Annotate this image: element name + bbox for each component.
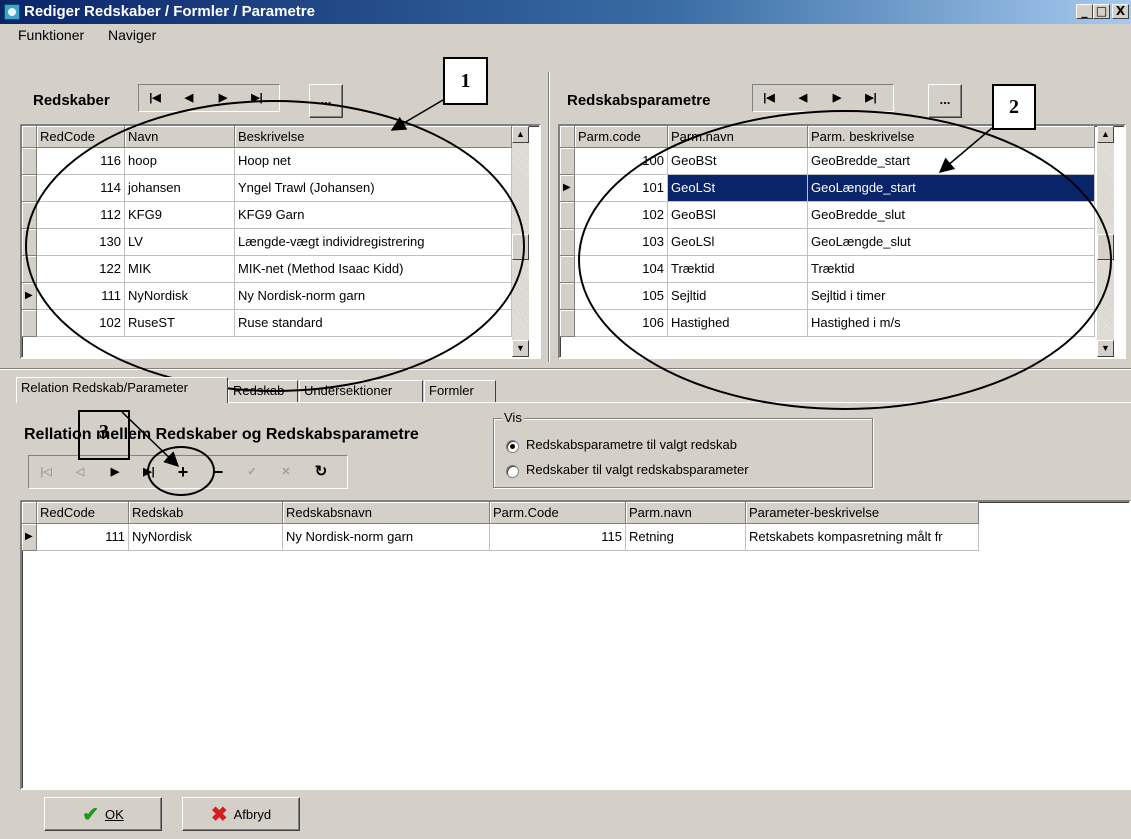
relation-grid: RedCode Redskab Redskabsnavn Parm.Code P… bbox=[20, 500, 1131, 790]
col-header-parm-code[interactable]: Parm.Code bbox=[490, 502, 626, 524]
row-indicator[interactable] bbox=[560, 148, 575, 175]
menu-naviger[interactable]: Naviger bbox=[108, 27, 156, 43]
parametre-navigator: |◀ ◀ ▶ ▶| bbox=[752, 84, 894, 112]
menu-funktioner[interactable]: Funktioner bbox=[18, 27, 84, 43]
ok-label: OK bbox=[104, 806, 124, 822]
scroll-up-button[interactable]: ▲ bbox=[512, 126, 529, 143]
check-icon: ✔ bbox=[82, 803, 99, 826]
first-record-button[interactable]: |◀ bbox=[141, 86, 169, 110]
row-indicator[interactable] bbox=[22, 310, 37, 337]
grid-corner bbox=[22, 502, 37, 524]
annotation-callout-3: 3 bbox=[78, 410, 130, 460]
maximize-button[interactable]: □ bbox=[1093, 4, 1110, 19]
annotation-ellipse-2 bbox=[578, 110, 1112, 410]
close-button[interactable]: X bbox=[1112, 4, 1129, 19]
first-record-button[interactable]: |◁ bbox=[32, 460, 60, 484]
prior-record-button[interactable]: ◀ bbox=[789, 86, 817, 110]
grid-cell[interactable]: 115 bbox=[490, 524, 626, 551]
title-bar: Rediger Redskaber / Formler / Parametre … bbox=[0, 0, 1131, 24]
row-indicator[interactable] bbox=[560, 229, 575, 256]
post-edit-button[interactable]: ✓ bbox=[238, 460, 266, 484]
row-indicator[interactable] bbox=[560, 283, 575, 310]
window-title: Rediger Redskaber / Formler / Parametre bbox=[24, 3, 315, 20]
col-header-redskab[interactable]: Redskab bbox=[129, 502, 283, 524]
last-record-button[interactable]: ▶| bbox=[857, 86, 885, 110]
next-record-button[interactable]: ▶ bbox=[823, 86, 851, 110]
scroll-down-button[interactable]: ▼ bbox=[512, 340, 529, 357]
annotation-ellipse-3 bbox=[147, 446, 215, 496]
col-header-redcode[interactable]: RedCode bbox=[37, 502, 129, 524]
radio-redskaber-label[interactable]: Redskaber til valgt redskabsparameter bbox=[526, 462, 749, 477]
grid-corner bbox=[560, 126, 575, 148]
row-indicator[interactable] bbox=[22, 175, 37, 202]
minimize-button[interactable]: _ bbox=[1076, 4, 1093, 19]
vis-legend: Vis bbox=[502, 410, 524, 425]
scroll-up-button[interactable]: ▲ bbox=[1097, 126, 1114, 143]
app-icon bbox=[4, 4, 20, 20]
ok-button[interactable]: ✔ OK bbox=[44, 797, 162, 831]
row-indicator[interactable] bbox=[22, 148, 37, 175]
first-record-button[interactable]: |◀ bbox=[755, 86, 783, 110]
annotation-callout-1: 1 bbox=[443, 57, 488, 105]
refresh-button[interactable]: ↻ bbox=[307, 460, 335, 484]
grid-cell[interactable]: Retskabets kompasretning målt fr bbox=[746, 524, 979, 551]
tab-formler[interactable]: Formler bbox=[424, 380, 496, 402]
grid-corner bbox=[22, 126, 37, 148]
grid-cell[interactable]: Retning bbox=[626, 524, 746, 551]
annotation-ellipse-1 bbox=[25, 100, 525, 392]
vis-groupbox: Vis Redskabsparametre til valgt redskab … bbox=[493, 410, 873, 488]
grid-cell[interactable]: Ny Nordisk-norm garn bbox=[283, 524, 490, 551]
next-record-button[interactable]: ▶ bbox=[101, 460, 129, 484]
col-header-parm-navn[interactable]: Parm.navn bbox=[626, 502, 746, 524]
radio-parametre-label[interactable]: Redskabsparametre til valgt redskab bbox=[526, 437, 737, 452]
tab-relation[interactable]: Relation Redskab/Parameter bbox=[16, 377, 228, 403]
row-indicator[interactable] bbox=[560, 310, 575, 337]
cancel-label: Afbryd bbox=[233, 806, 272, 822]
annotation-callout-2: 2 bbox=[992, 84, 1036, 130]
row-indicator[interactable]: ▶ bbox=[560, 175, 575, 202]
radio-redskaber-til-parameter[interactable] bbox=[506, 465, 519, 478]
row-indicator[interactable] bbox=[560, 256, 575, 283]
grid-cell[interactable]: NyNordisk bbox=[129, 524, 283, 551]
scroll-down-button[interactable]: ▼ bbox=[1097, 340, 1114, 357]
redskaber-title: Redskaber bbox=[33, 92, 110, 109]
row-indicator[interactable]: ▶ bbox=[22, 524, 37, 551]
cancel-button[interactable]: ✖ Afbryd bbox=[182, 797, 300, 831]
cancel-edit-button[interactable]: ✕ bbox=[272, 460, 300, 484]
grid-cell[interactable]: 111 bbox=[37, 524, 129, 551]
col-header-parameter-beskrivelse[interactable]: Parameter-beskrivelse bbox=[746, 502, 979, 524]
vertical-splitter[interactable] bbox=[548, 72, 550, 362]
row-indicator[interactable] bbox=[560, 202, 575, 229]
x-icon: ✖ bbox=[210, 803, 228, 826]
col-header-parm-code[interactable]: Parm.code bbox=[575, 126, 668, 148]
prior-record-button[interactable]: ◁ bbox=[66, 460, 94, 484]
radio-parametre-til-redskab[interactable] bbox=[506, 440, 519, 453]
col-header-redskabsnavn[interactable]: Redskabsnavn bbox=[283, 502, 490, 524]
redskabsparametre-title: Redskabsparametre bbox=[567, 92, 711, 109]
parametre-more-button[interactable]: ... bbox=[928, 84, 962, 118]
